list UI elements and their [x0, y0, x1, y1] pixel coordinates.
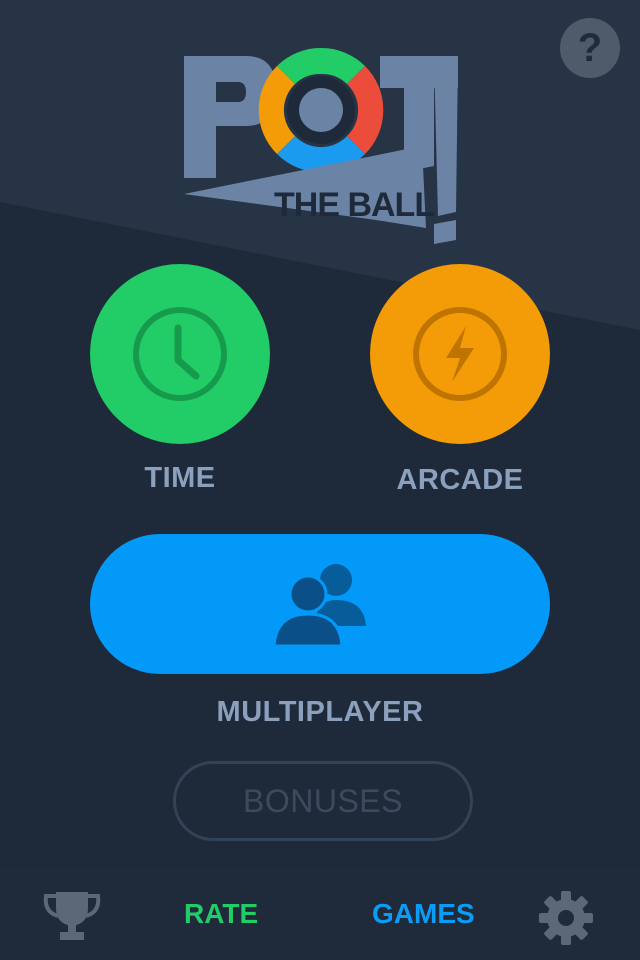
multiplayer-button[interactable]: [90, 534, 550, 674]
bonuses-button[interactable]: BONUSES: [173, 761, 473, 841]
rate-button[interactable]: RATE: [184, 898, 258, 930]
multiplayer-label: MULTIPLAYER: [216, 696, 424, 728]
arcade-mode-button[interactable]: [370, 264, 550, 444]
games-button[interactable]: GAMES: [372, 898, 475, 930]
trophy-icon[interactable]: [42, 890, 102, 942]
pot-the-ball-logo: THE BALL: [184, 48, 458, 244]
time-mode-button[interactable]: [90, 264, 270, 444]
clock-icon: [133, 307, 227, 401]
lightning-icon: [413, 307, 507, 401]
time-label: TIME: [144, 462, 216, 494]
help-button[interactable]: ?: [560, 18, 620, 78]
gear-icon[interactable]: [538, 890, 594, 946]
logo-subtitle: THE BALL: [274, 186, 434, 224]
users-icon: [272, 564, 366, 648]
arcade-label: ARCADE: [396, 464, 524, 496]
